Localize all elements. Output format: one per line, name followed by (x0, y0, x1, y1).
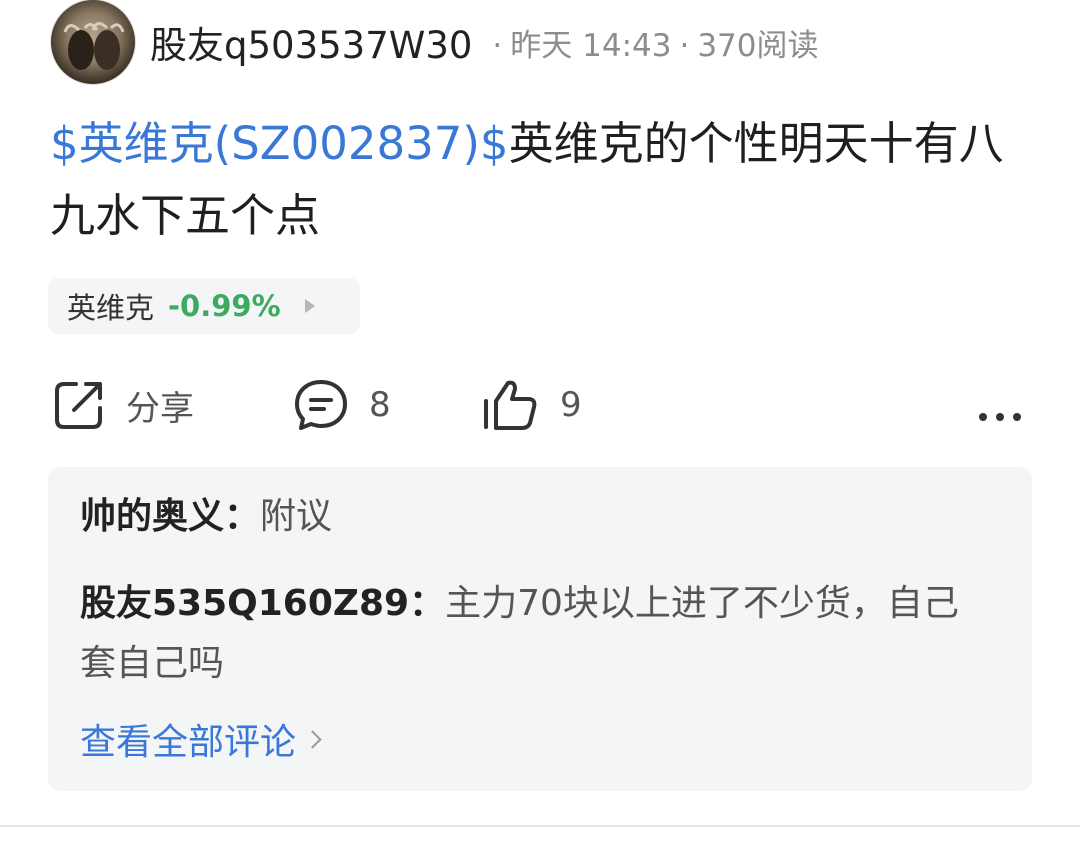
stock-link[interactable]: $英维克(SZ002837)$ (50, 117, 509, 170)
view-all-comments-link[interactable]: 查看全部评论 (80, 713, 322, 765)
chevron-right-icon (303, 729, 322, 749)
action-bar: 分享 8 9 (0, 370, 1080, 440)
comment-user[interactable]: 帅的奥义 (80, 496, 224, 537)
comments-panel: 帅的奥义：附议 股友535Q160Z89：主力70块以上进了不少货，自己套自己吗… (48, 467, 1032, 791)
comment-item[interactable]: 股友535Q160Z89：主力70块以上进了不少货，自己套自己吗 (80, 574, 980, 694)
play-arrow-icon (304, 299, 315, 313)
thumbs-up-icon (484, 380, 537, 430)
stock-chip-change: -0.99% (168, 289, 281, 323)
divider (0, 825, 1080, 827)
comment-separator: ： (409, 583, 446, 624)
comment-button[interactable]: 8 (293, 376, 391, 434)
post-time: 昨天 14:43 (510, 27, 672, 64)
stock-chip-name: 英维克 (67, 291, 155, 325)
stock-chip[interactable]: 英维克 -0.99% (48, 278, 360, 334)
post-content: $英维克(SZ002837)$英维克的个性明天十有八九水下五个点 (50, 108, 1010, 252)
comment-user[interactable]: 股友535Q160Z89 (80, 583, 409, 624)
comment-item[interactable]: 帅的奥义：附议 (80, 491, 332, 543)
like-count: 9 (560, 385, 582, 425)
read-count: 370阅读 (697, 27, 819, 64)
bull-icon (63, 22, 125, 70)
more-icon (979, 413, 1021, 421)
post-card: 股友q503537W30 · 昨天 14:43 · 370阅读 $英维克(SZ0028… (0, 0, 1080, 845)
avatar[interactable] (50, 0, 136, 85)
more-button[interactable] (976, 388, 1024, 446)
share-label: 分享 (126, 388, 194, 429)
like-button[interactable]: 9 (480, 376, 582, 434)
share-icon (55, 382, 102, 429)
post-header: 股友q503537W30 · 昨天 14:43 · 370阅读 (50, 0, 819, 85)
share-button[interactable]: 分享 (52, 376, 194, 434)
post-meta: · 昨天 14:43 · 370阅读 (492, 27, 819, 64)
comment-separator: ： (224, 496, 261, 537)
author-name[interactable]: 股友q503537W30 (150, 15, 472, 69)
comment-count: 8 (369, 385, 391, 425)
comment-icon (295, 380, 347, 430)
comment-text: 附议 (260, 496, 333, 537)
view-all-comments-label: 查看全部评论 (80, 722, 297, 763)
